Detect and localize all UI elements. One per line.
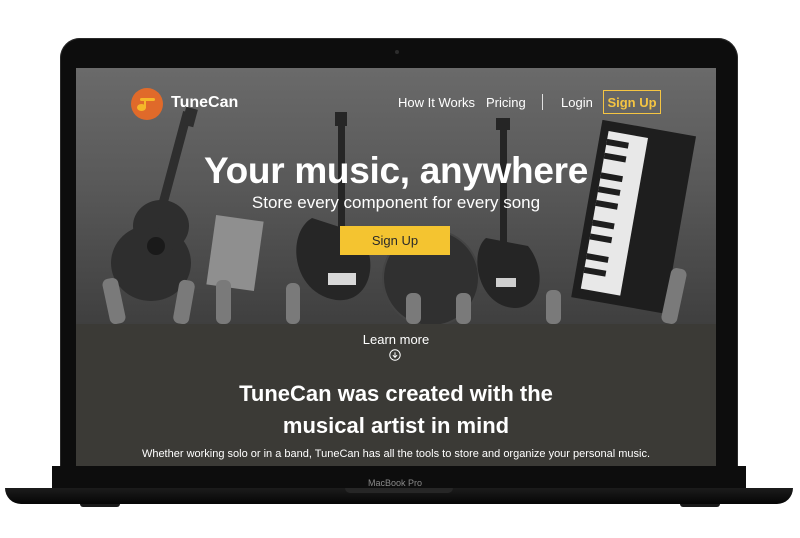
section-heading: TuneCan was created with the musical art…	[76, 378, 716, 442]
camera-dot	[395, 50, 399, 54]
section-heading-line-2: musical artist in mind	[282, 413, 510, 438]
laptop-foot	[80, 504, 120, 507]
nav-link-how-it-works[interactable]: How It Works	[398, 95, 475, 110]
nav-link-pricing[interactable]: Pricing	[486, 95, 526, 110]
nav-signup-button[interactable]: Sign Up	[603, 90, 661, 114]
section-heading-line-1: TuneCan was created with the	[239, 381, 553, 406]
hero-subtitle: Store every component for every song	[251, 193, 541, 212]
device-model-label: MacBook Pro	[367, 478, 423, 488]
brand-name[interactable]: TuneCan	[171, 94, 238, 112]
laptop-notch	[345, 488, 453, 493]
music-note-icon	[140, 98, 155, 101]
music-note-head	[137, 104, 146, 111]
hero-signup-button[interactable]: Sign Up	[340, 226, 450, 255]
laptop-foot	[680, 504, 720, 507]
screen: TuneCan How It Works Pricing Login Sign …	[76, 68, 716, 466]
hero-title: Your music, anywhere	[204, 150, 588, 191]
nav-link-login[interactable]: Login	[561, 95, 593, 110]
learn-more-link[interactable]: Learn more	[76, 332, 716, 347]
nav-divider	[542, 94, 543, 110]
circle-arrow-down-icon[interactable]	[389, 349, 401, 361]
logo-icon[interactable]	[131, 88, 163, 120]
section-body-text: Whether working solo or in a band, TuneC…	[141, 448, 651, 460]
hero-section: TuneCan How It Works Pricing Login Sign …	[76, 68, 716, 324]
